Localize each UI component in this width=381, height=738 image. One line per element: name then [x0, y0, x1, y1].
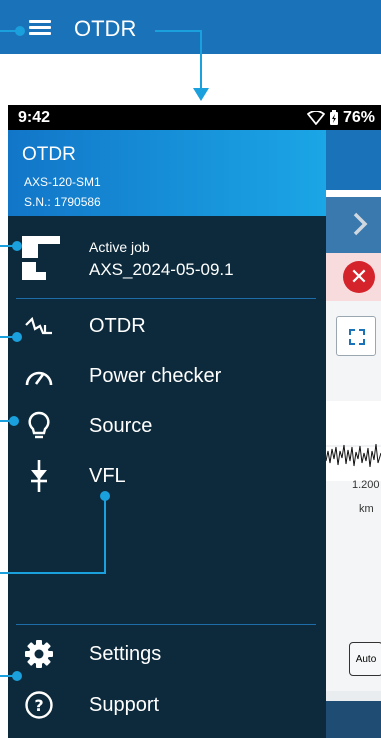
battery-icon [329, 110, 338, 125]
callout-dot [12, 332, 22, 342]
menu-item-source[interactable]: Source [8, 402, 326, 450]
drawer-title: OTDR [22, 144, 76, 165]
divider [16, 624, 316, 625]
bg-header [326, 130, 381, 190]
chevron-right-icon[interactable] [352, 211, 368, 237]
active-job-icon [22, 236, 60, 280]
callout-line [0, 572, 106, 574]
navigation-drawer: OTDR AXS-120-SM1 S.N.: 1790586 Active jo… [8, 130, 326, 738]
menu-item-label: OTDR [89, 315, 146, 337]
distance-unit: km [359, 503, 374, 515]
distance-tick: 1.200 [352, 479, 380, 491]
callout-line [0, 30, 20, 32]
menu-item-support[interactable]: ? Support [8, 681, 326, 729]
error-banner: ✕ [326, 253, 381, 301]
device-model: AXS-120-SM1 [24, 175, 101, 189]
menu-item-label: Source [89, 415, 153, 437]
callout-arrow [193, 88, 209, 101]
callout-line [200, 30, 202, 92]
menu-icon[interactable] [29, 20, 51, 36]
device-screen: 9:42 76% ✕ 1.200 km Auto OTDR AXS-120-SM… [8, 105, 381, 738]
bg-panel: 1.200 km Auto [325, 301, 381, 691]
bg-bottom-bar [326, 701, 381, 738]
drawer-header: OTDR AXS-120-SM1 S.N.: 1790586 [8, 130, 326, 216]
menu-item-label: VFL [89, 465, 126, 487]
callout-line [104, 496, 106, 574]
menu-item-power-checker[interactable]: Power checker [8, 352, 326, 400]
callout-line [155, 30, 202, 32]
fullscreen-button[interactable] [336, 316, 376, 356]
battery-percent: 76% [342, 109, 375, 126]
gauge-icon [25, 371, 53, 386]
status-bar: 9:42 76% [8, 105, 381, 130]
vfl-icon [31, 460, 47, 492]
otdr-trace-icon [25, 316, 52, 335]
auto-button[interactable]: Auto [349, 642, 381, 676]
menu-item-otdr[interactable]: OTDR [8, 302, 326, 350]
svg-text:?: ? [34, 696, 43, 715]
fullscreen-icon [349, 329, 365, 345]
status-time: 9:42 [18, 109, 51, 126]
bg-nav-bar [326, 197, 381, 253]
trace-graph [325, 401, 381, 481]
app-title: OTDR [74, 16, 137, 41]
callout-dot [9, 416, 19, 426]
trace-noise [325, 443, 381, 468]
callout-dot [12, 671, 22, 681]
menu-item-vfl[interactable]: VFL [8, 452, 326, 500]
divider [16, 298, 316, 299]
menu-item-label: Settings [89, 643, 162, 665]
active-job-value: AXS_2024-05-09.1 [89, 260, 234, 279]
lightbulb-icon [28, 411, 50, 439]
active-job-label: Active job [89, 239, 150, 255]
callout-dot [12, 241, 22, 251]
menu-item-label: Support [89, 694, 160, 716]
error-icon[interactable]: ✕ [343, 261, 375, 293]
menu-item-label: Power checker [89, 365, 222, 387]
help-icon: ? [25, 691, 53, 719]
app-top-bar: OTDR [0, 0, 381, 54]
wifi-icon [307, 111, 325, 125]
serial-number: S.N.: 1790586 [24, 195, 101, 209]
gear-icon [25, 640, 53, 668]
menu-item-settings[interactable]: Settings [8, 630, 326, 678]
active-job-item[interactable]: Active job AXS_2024-05-09.1 [8, 226, 326, 292]
